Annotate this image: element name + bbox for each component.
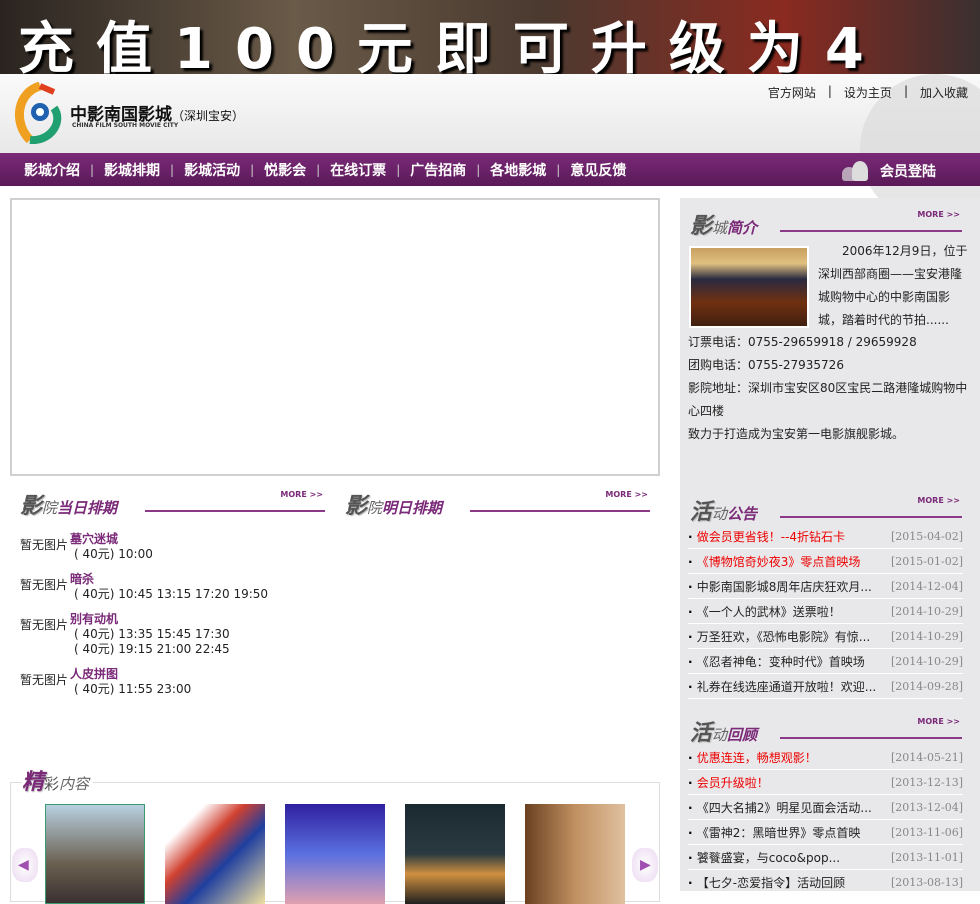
user-icon bbox=[842, 161, 870, 181]
branch-name: （深圳宝安） bbox=[172, 109, 245, 123]
notices-list: 做会员更省钱！--4折钻石卡[2015-04-02] 《博物馆奇妙夜3》零点首映… bbox=[688, 524, 963, 699]
list-item[interactable]: 【七夕-恋爱指令】活动回顾[2013-08-13] bbox=[688, 870, 963, 895]
slideshow[interactable] bbox=[10, 198, 660, 476]
top-links: 官方网站 | 设为主页 | 加入收藏 bbox=[767, 84, 968, 101]
review-header: 活动回顾 MORE >> bbox=[690, 717, 962, 746]
movie-item: 暂无图片 别有动机( 40元) 13:35 15:45 17:30( 40元) 1… bbox=[20, 610, 320, 657]
nav-item[interactable]: 广告招商 bbox=[400, 160, 476, 180]
showtimes: ( 40元) 13:35 15:45 17:30 bbox=[74, 627, 230, 641]
prev-arrow-button[interactable]: ◀ bbox=[12, 848, 38, 882]
tomorrow-schedule-header: 影院明日排期 MORE >> bbox=[345, 490, 650, 519]
today-schedule-list: 暂无图片 墓穴迷城( 40元) 10:00 暂无图片 暗杀( 40元) 10:45 … bbox=[20, 530, 320, 705]
list-item[interactable]: 《博物馆奇妙夜3》零点首映场[2015-01-02] bbox=[688, 549, 963, 574]
more-link[interactable]: MORE >> bbox=[280, 490, 323, 499]
address: 影院地址：深圳市宝安区80区宝民二路港隆城购物中心四楼 bbox=[688, 381, 968, 418]
movie-title[interactable]: 墓穴迷城 bbox=[70, 530, 153, 547]
main-nav: 影城介绍 | 影城排期 | 影城活动 | 悦影会 | 在线订票 | 广告招商 | 各地影城 |… bbox=[0, 153, 980, 186]
nav-item[interactable]: 影城排期 bbox=[94, 160, 170, 180]
review-list: 优惠连连，畅想观影！[2014-05-21] 会员升级啦！[2013-12-13… bbox=[688, 745, 963, 895]
movie-item: 暂无图片 暗杀( 40元) 10:45 13:15 17:20 19:50 bbox=[20, 570, 320, 602]
more-link[interactable]: MORE >> bbox=[917, 717, 960, 726]
cinema-photo bbox=[689, 246, 809, 328]
showtimes: ( 40元) 11:55 23:00 bbox=[74, 682, 192, 696]
nav-item[interactable]: 在线订票 bbox=[320, 160, 396, 180]
movie-title[interactable]: 人皮拼图 bbox=[70, 665, 191, 682]
list-item[interactable]: 礼券在线选座通道开放啦！欢迎...[2014-09-28] bbox=[688, 674, 963, 699]
intro-header: 影城简介 MORE >> bbox=[690, 210, 962, 239]
cinema-info: 订票电话：0755-29659918 / 29659928 团购电话：0755-… bbox=[688, 331, 973, 446]
showtimes: ( 40元) 19:15 21:00 22:45 bbox=[74, 642, 230, 656]
list-item[interactable]: 会员升级啦！[2013-12-13] bbox=[688, 770, 963, 795]
poster[interactable] bbox=[405, 804, 505, 904]
list-item[interactable]: 《忍者神龟：变种时代》首映场[2014-10-29] bbox=[688, 649, 963, 674]
movie-item: 暂无图片 人皮拼图( 40元) 11:55 23:00 bbox=[20, 665, 320, 697]
showtimes: ( 40元) 10:00 bbox=[74, 547, 153, 561]
more-link[interactable]: MORE >> bbox=[605, 490, 648, 499]
poster[interactable] bbox=[285, 804, 385, 904]
list-item[interactable]: 做会员更省钱！--4折钻石卡[2015-04-02] bbox=[688, 524, 963, 549]
group-phone: 团购电话：0755-27935726 bbox=[688, 358, 844, 372]
brand-english: CHINA FILM SOUTH MOVIE CITY bbox=[72, 122, 179, 129]
no-image: 暂无图片 bbox=[20, 578, 69, 592]
add-favorite-link[interactable]: 加入收藏 bbox=[920, 84, 968, 101]
movie-title[interactable]: 别有动机 bbox=[70, 610, 230, 627]
right-sidebar: 影城简介 MORE >> 2006年12月9日，位于深圳西部商圈——宝安港隆城购… bbox=[680, 198, 980, 895]
set-homepage-link[interactable]: 设为主页 bbox=[844, 84, 892, 101]
featured-header: 精彩内容 bbox=[22, 764, 94, 795]
poster[interactable] bbox=[165, 804, 265, 904]
no-image: 暂无图片 bbox=[20, 618, 69, 632]
showtimes: ( 40元) 10:45 13:15 17:20 19:50 bbox=[74, 587, 269, 601]
list-item[interactable]: 优惠连连，畅想观影！[2014-05-21] bbox=[688, 745, 963, 770]
poster[interactable] bbox=[45, 804, 145, 904]
nav-item[interactable]: 影城介绍 bbox=[14, 160, 90, 180]
promo-banner[interactable]: 充值100元即可升级为4 bbox=[0, 0, 980, 74]
list-item[interactable]: 饕餮盛宴，与coco&pop...[2013-11-01] bbox=[688, 845, 963, 870]
poster[interactable] bbox=[525, 804, 625, 904]
official-site-link[interactable]: 官方网站 bbox=[768, 84, 816, 101]
banner-text: 充值100元即可升级为4 bbox=[18, 17, 886, 74]
nav-item[interactable]: 意见反馈 bbox=[560, 160, 636, 180]
slogan: 致力于打造成为宝安第一电影旗舰影城。 bbox=[688, 427, 905, 441]
list-item[interactable]: 《一个人的武林》送票啦！[2014-10-29] bbox=[688, 599, 963, 624]
list-item[interactable]: 中影南国影城8周年店庆狂欢月...[2014-12-04] bbox=[688, 574, 963, 599]
no-image: 暂无图片 bbox=[20, 673, 69, 687]
more-link[interactable]: MORE >> bbox=[917, 496, 960, 505]
movie-title[interactable]: 暗杀 bbox=[70, 570, 268, 587]
list-item[interactable]: 《四大名捕2》明星见面会活动...[2013-12-04] bbox=[688, 795, 963, 820]
header: 中影南国影城（深圳宝安） CHINA FILM SOUTH MOVIE CITY… bbox=[0, 74, 980, 224]
intro-text: 2006年12月9日，位于深圳西部商圈——宝安港隆城购物中心的中影南国影城，踏着… bbox=[818, 244, 968, 327]
today-schedule-header: 影院当日排期 MORE >> bbox=[20, 490, 325, 519]
more-link[interactable]: MORE >> bbox=[917, 210, 960, 219]
ticket-phone: 订票电话：0755-29659918 / 29659928 bbox=[688, 335, 917, 349]
logo-icon[interactable] bbox=[10, 82, 66, 144]
list-item[interactable]: 万圣狂欢，《恐怖电影院》有惊...[2014-10-29] bbox=[688, 624, 963, 649]
member-login-button[interactable]: 会员登陆 bbox=[842, 161, 936, 181]
nav-item[interactable]: 各地影城 bbox=[480, 160, 556, 180]
next-arrow-button[interactable]: ▶ bbox=[632, 848, 658, 882]
movie-item: 暂无图片 墓穴迷城( 40元) 10:00 bbox=[20, 530, 320, 562]
notices-header: 活动公告 MORE >> bbox=[690, 496, 962, 525]
no-image: 暂无图片 bbox=[20, 538, 69, 552]
nav-item[interactable]: 悦影会 bbox=[254, 160, 316, 180]
nav-item[interactable]: 影城活动 bbox=[174, 160, 250, 180]
list-item[interactable]: 《雷神2：黑暗世界》零点首映[2013-11-06] bbox=[688, 820, 963, 845]
